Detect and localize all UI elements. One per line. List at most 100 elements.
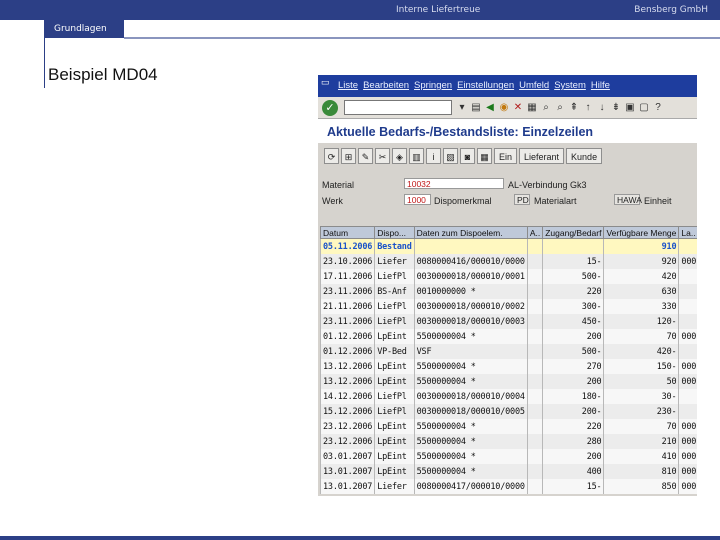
sap-menu-bar: ▭ Liste Bearbeiten Springen Einstellunge… — [318, 75, 697, 97]
menu-einstellungen[interactable]: Einstellungen — [457, 80, 514, 91]
cell-a — [526, 404, 544, 419]
table-row[interactable]: 17.11.2006 LiefPl 0030000018/000010/0001 50… — [319, 269, 697, 284]
table-row[interactable]: 05.11.2006 Bestand 910 — [319, 238, 697, 254]
column-header-dispo[interactable]: Dispo... — [374, 226, 415, 239]
cell-datum: 13.12.2006 — [319, 359, 376, 374]
cell-zugang-bedarf: 180- — [542, 389, 605, 404]
material-icon[interactable]: ◙ — [460, 148, 475, 164]
table-row[interactable]: 13.12.2006LpEint5500000004 * 200500001 — [319, 374, 697, 389]
cell-la: 0001 — [678, 359, 697, 374]
cell-zugang-bedarf — [542, 238, 605, 254]
cell-la — [678, 284, 697, 299]
table-row[interactable]: 03.01.2007LpEint5500000004 * 2004100001 — [319, 449, 697, 464]
exit-icon[interactable]: ◉ — [498, 101, 510, 114]
cell-zugang-bedarf: 300- — [542, 299, 605, 314]
cell-zugang-bedarf: 500- — [542, 344, 605, 359]
cell-daten: 5500000004 * — [413, 359, 528, 374]
table-row[interactable]: 01.12.2006LpEint5500000004 * 200700001 — [319, 329, 697, 344]
ein-button[interactable]: Ein — [494, 148, 518, 164]
last-page-icon[interactable]: ⇟ — [610, 101, 622, 114]
export-icon[interactable]: ▧ — [443, 148, 458, 164]
einheit-label: Einheit — [644, 196, 672, 206]
cancel-icon[interactable]: ✕ — [512, 101, 524, 114]
cell-dispo: LpEint — [374, 329, 415, 344]
next-page-icon[interactable]: ↓ — [596, 101, 608, 114]
column-header-zugang-bedarf[interactable]: Zugang/Bedarf — [542, 226, 605, 239]
cell-verfuegbare-menge: 150- — [603, 359, 680, 374]
table-row[interactable]: 23.11.2006 LiefPl 0030000018/000010/0003 45… — [319, 314, 697, 329]
enter-check-icon[interactable]: ✓ — [322, 99, 338, 116]
table-row[interactable]: 21.11.2006 LiefPl 0030000018/000010/0002 30… — [319, 299, 697, 314]
menu-springen[interactable]: Springen — [414, 80, 452, 91]
lieferant-button[interactable]: Lieferant — [519, 148, 565, 164]
overview-icon[interactable]: ⊞ — [341, 148, 356, 164]
cell-la — [678, 404, 697, 419]
menu-umfeld[interactable]: Umfeld — [519, 80, 549, 91]
command-dropdown-icon[interactable]: ▾ — [456, 101, 468, 114]
kunde-button[interactable]: Kunde — [566, 148, 603, 164]
column-header-verfuegbare-menge[interactable]: Verfügbare Menge — [603, 226, 680, 239]
cell-datum: 05.11.2006 — [319, 238, 376, 254]
top-banner: Interne Liefertreue Bensberg GmbH — [0, 0, 720, 20]
refresh-icon[interactable]: ⟳ — [324, 148, 339, 164]
back-icon[interactable]: ◀ — [484, 101, 496, 114]
find-icon[interactable]: ⌕ — [540, 101, 552, 114]
column-header-datum[interactable]: Datum — [319, 226, 376, 239]
cell-dispo: LiefPl — [374, 389, 415, 404]
menu-liste[interactable]: Liste — [338, 80, 358, 91]
table-row[interactable]: 14.12.2006 LiefPl 0030000018/000010/0004 18… — [319, 389, 697, 404]
cell-a — [526, 329, 544, 344]
help-icon[interactable]: ? — [652, 101, 664, 114]
cell-a — [526, 419, 544, 434]
menu-system[interactable]: System — [554, 80, 586, 91]
cell-daten: 0010000000 * — [413, 284, 528, 299]
cell-dispo: LiefPl — [374, 299, 415, 314]
first-page-icon[interactable]: ⇞ — [568, 101, 580, 114]
cell-verfuegbare-menge: 810 — [603, 464, 680, 479]
find-next-icon[interactable]: ⌕ — [554, 101, 566, 114]
command-field[interactable] — [344, 100, 452, 115]
cell-verfuegbare-menge: 630 — [603, 284, 680, 299]
werk-value[interactable]: 1000 — [404, 194, 431, 205]
cell-verfuegbare-menge: 330 — [603, 299, 680, 314]
cell-zugang-bedarf: 220 — [542, 284, 605, 299]
table-row[interactable]: 13.01.2007 Liefer 0080000417/000010/0000 15… — [319, 479, 697, 494]
table-row[interactable]: 15.12.2006 LiefPl 0030000018/000010/0005 20… — [319, 404, 697, 419]
cell-datum: 13.01.2007 — [319, 464, 376, 479]
cell-dispo: BS-Anf — [374, 284, 415, 299]
cut-icon[interactable]: ✂ — [375, 148, 390, 164]
print-icon[interactable]: ▦ — [526, 101, 538, 114]
slide-title: Beispiel MD04 — [48, 65, 158, 84]
orders-icon[interactable]: ◈ — [392, 148, 407, 164]
cell-a — [526, 359, 544, 374]
table-row[interactable]: 23.11.2006 BS-Anf 0010000000 * 220 630 — [319, 284, 697, 299]
table-row[interactable]: 23.10.2006 Liefer 0080000416/000010/0000 15… — [319, 254, 697, 269]
cell-daten: 0080000417/000010/0000 — [413, 479, 528, 494]
menu-hilfe[interactable]: Hilfe — [591, 80, 610, 91]
table-row[interactable]: 01.12.2006 VP-Bed VSF 500- 420- — [319, 344, 697, 359]
cell-a — [526, 389, 544, 404]
sap-window-icon[interactable]: ▭ — [321, 77, 333, 87]
column-header-daten[interactable]: Daten zum Dispoelem. — [413, 226, 528, 239]
table-row[interactable]: 23.12.2006LpEint5500000004 * 220700001 — [319, 419, 697, 434]
edit-icon[interactable]: ✎ — [358, 148, 373, 164]
info-icon[interactable]: i — [426, 148, 441, 164]
cell-a — [526, 299, 544, 314]
calendar-icon[interactable]: ▦ — [477, 148, 492, 164]
table-row[interactable]: 23.12.2006LpEint5500000004 * 2802100001 — [319, 434, 697, 449]
cell-datum: 01.12.2006 — [319, 329, 376, 344]
new-session-icon[interactable]: ▣ — [624, 101, 636, 114]
column-header-a[interactable]: A.. — [526, 226, 544, 239]
column-header-la[interactable]: La.. — [678, 226, 697, 239]
chart-icon[interactable]: ▥ — [409, 148, 424, 164]
table-row[interactable]: 13.12.2006LpEint5500000004 * 270150-0001 — [319, 359, 697, 374]
table-row[interactable]: 13.01.2007LpEint5500000004 * 4008100001 — [319, 464, 697, 479]
material-value[interactable]: 10032 — [404, 178, 504, 189]
cell-daten: 5500000004 * — [413, 464, 528, 479]
menu-bearbeiten[interactable]: Bearbeiten — [363, 80, 409, 91]
dispomerkmal-value: PD — [514, 194, 530, 205]
save-icon[interactable]: ▤ — [470, 101, 482, 114]
previous-page-icon[interactable]: ↑ — [582, 101, 594, 114]
shortcut-icon[interactable]: ▢ — [638, 101, 650, 114]
dispomerkmal-label: Dispomerkmal — [434, 196, 492, 206]
